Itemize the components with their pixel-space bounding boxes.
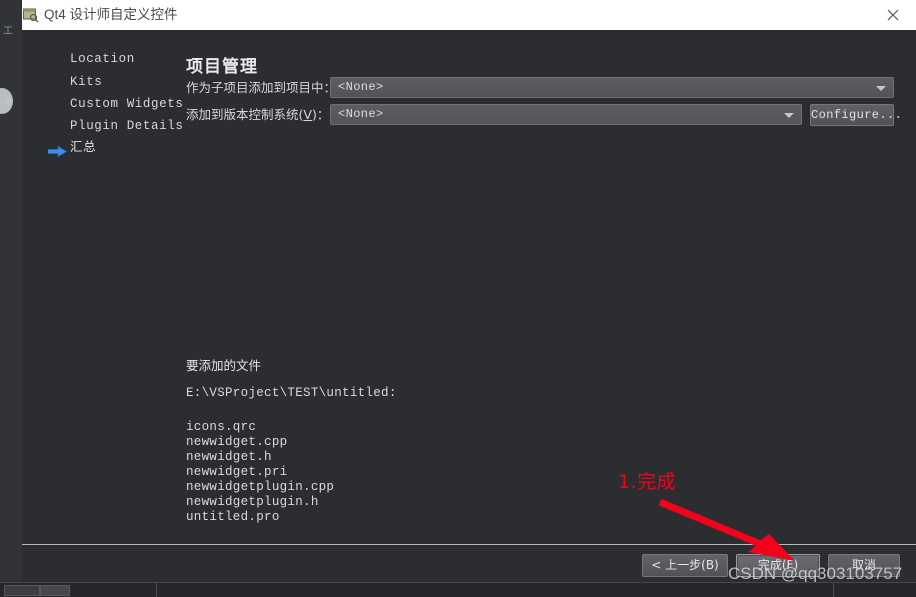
wizard-steps-sidebar: Location Kits Custom Widgets Plugin Deta… — [22, 30, 183, 583]
sidebar-item-location[interactable]: Location — [28, 48, 160, 70]
versioncontrol-value: <None> — [338, 107, 384, 121]
versioncontrol-combobox[interactable]: <None> — [330, 104, 802, 125]
sidebar-item-label: Location — [70, 52, 135, 66]
sidebar-item-custom-widgets[interactable]: Custom Widgets — [28, 93, 183, 115]
dialog-title: Qt4 设计师自定义控件 — [44, 7, 178, 22]
back-button[interactable]: < 上一步(B) — [642, 554, 728, 577]
wizard-dialog: Qt4 设计师自定义控件 Location Kits Custom Widget… — [22, 0, 916, 583]
list-item: newwidget.h — [186, 450, 272, 464]
sidebar-item-kits[interactable]: Kits — [28, 71, 160, 93]
sidebar-item-summary[interactable]: 汇总 — [28, 137, 160, 159]
page-title: 项目管理 — [186, 57, 258, 78]
chevron-down-icon — [784, 113, 794, 118]
sidebar-item-label: Kits — [70, 75, 103, 89]
form-window-icon — [22, 6, 40, 24]
current-step-arrow-icon — [47, 143, 68, 158]
screen: 工 丰 Qt4 设计师自定义控件 Location Kits Custom Wi… — [0, 0, 916, 597]
watermark: CSDN @qq303103757 — [728, 564, 903, 583]
subproject-label: 作为子项目添加到项目中： — [186, 80, 337, 95]
taskbar-item[interactable] — [4, 585, 40, 596]
list-item: untitled.pro — [186, 510, 280, 524]
files-path: E:\VSProject\TEST\untitled: — [186, 386, 397, 400]
subproject-combobox[interactable]: <None> — [330, 77, 894, 98]
dialog-titlebar: Qt4 设计师自定义控件 — [22, 0, 916, 31]
chevron-down-icon — [876, 86, 886, 91]
configure-button[interactable]: Configure... — [810, 104, 902, 126]
background-glyph: 丰 — [3, 98, 13, 109]
background-app-strip: 工 丰 — [0, 0, 23, 583]
annotation-step-label: 1.完成 — [618, 471, 677, 493]
versioncontrol-label: 添加到版本控制系统(V)： — [186, 107, 330, 122]
taskbar-divider — [156, 583, 157, 597]
footer-separator — [22, 544, 916, 545]
list-item: newwidgetplugin.cpp — [186, 480, 335, 494]
dialog-body: Location Kits Custom Widgets Plugin Deta… — [22, 30, 916, 583]
list-item: icons.qrc — [186, 420, 257, 434]
main-panel: 项目管理 作为子项目添加到项目中： <None> 添加到版本控制系统(V)： <… — [160, 30, 916, 583]
sidebar-item-label: 汇总 — [70, 141, 97, 155]
list-item: newwidget.cpp — [186, 435, 288, 449]
background-glyph-top: 工 — [3, 26, 13, 37]
files-heading: 要添加的文件 — [186, 358, 262, 373]
subproject-row: 作为子项目添加到项目中： <None> — [186, 77, 896, 99]
sidebar-item-plugin-details[interactable]: Plugin Details — [28, 115, 183, 137]
list-item: newwidgetplugin.h — [186, 495, 319, 509]
os-taskbar — [0, 582, 916, 597]
versioncontrol-mnemonic: V — [303, 107, 312, 122]
taskbar-divider — [833, 583, 834, 597]
taskbar-item[interactable] — [40, 585, 70, 596]
list-item: newwidget.pri — [186, 465, 288, 479]
files-list: icons.qrc newwidget.cpp newwidget.h neww… — [186, 420, 334, 525]
subproject-value: <None> — [338, 80, 384, 94]
versioncontrol-row: 添加到版本控制系统(V)： <None> Configure... — [186, 104, 902, 126]
close-icon[interactable] — [870, 0, 916, 30]
